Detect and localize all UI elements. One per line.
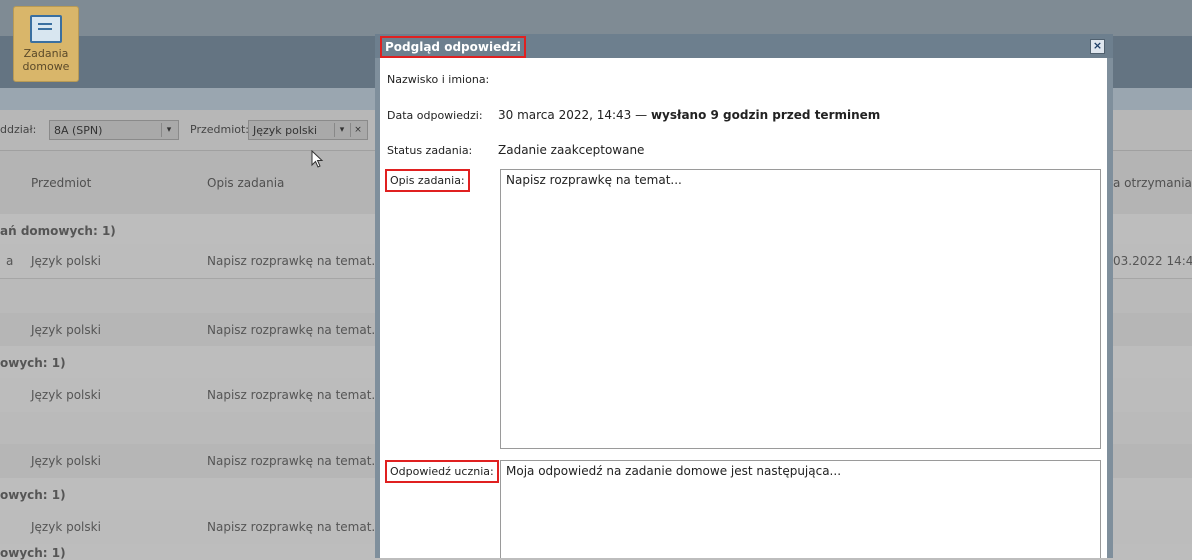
row-description: Napisz rozprawkę na temat...	[207, 323, 383, 337]
answer-preview-dialog: Podgląd odpowiedzi × Nazwisko i imiona: …	[375, 34, 1113, 558]
dialog-title-bar[interactable]: Podgląd odpowiedzi ×	[375, 34, 1113, 58]
row-subject: Język polski	[31, 388, 101, 402]
description-label: Opis zadania:	[385, 169, 470, 192]
date-note: wysłano 9 godzin przed terminem	[650, 108, 881, 122]
close-icon[interactable]: ×	[1090, 39, 1105, 54]
dialog-title: Podgląd odpowiedzi	[380, 36, 526, 58]
row-description: Napisz rozprawkę na temat...	[207, 454, 383, 468]
group-label: owych: 1)	[0, 488, 66, 502]
column-header-description[interactable]: Opis zadania	[207, 176, 284, 190]
description-textarea[interactable]: Napisz rozprawkę na temat...	[500, 169, 1101, 449]
row-subject: Język polski	[31, 254, 101, 268]
homework-button-label: Zadania domowe	[22, 47, 70, 73]
answer-label: Odpowiedź ucznia:	[385, 460, 499, 483]
row-description: Napisz rozprawkę na temat...	[207, 520, 383, 534]
column-header-subject[interactable]: Przedmiot	[31, 176, 91, 190]
division-value: 8A (SPN)	[54, 124, 103, 137]
subject-value: Język polski	[253, 124, 318, 137]
status-value: Zadanie zaakceptowane	[498, 143, 645, 157]
row-prefix: a	[6, 254, 14, 268]
row-description: Napisz rozprawkę na temat...	[207, 254, 383, 268]
group-label: ań domowych: 1)	[0, 224, 116, 238]
mouse-cursor-icon	[311, 150, 324, 168]
homework-icon	[30, 15, 62, 43]
column-header-received[interactable]: a otrzymania	[1113, 176, 1192, 190]
subject-select[interactable]: Język polski ▾ ×	[248, 120, 368, 140]
row-description: Napisz rozprawkę na temat...	[207, 388, 383, 402]
date-value: 30 marca 2022, 14:43 — wysłano 9 godzin …	[498, 108, 880, 122]
date-text: 30 marca 2022, 14:43 —	[498, 108, 651, 122]
row-subject: Język polski	[31, 520, 101, 534]
chevron-down-icon[interactable]: ▾	[334, 123, 349, 137]
chevron-down-icon[interactable]: ▾	[161, 123, 176, 137]
status-label: Status zadania:	[387, 144, 473, 157]
division-label: ddział:	[0, 123, 37, 136]
row-subject: Język polski	[31, 323, 101, 337]
row-subject: Język polski	[31, 454, 101, 468]
division-select[interactable]: 8A (SPN) ▾	[49, 120, 179, 140]
row-received: 03.2022 14:43	[1113, 254, 1192, 268]
group-label: owych: 1)	[0, 356, 66, 370]
clear-icon[interactable]: ×	[350, 123, 365, 137]
date-label: Data odpowiedzi:	[387, 109, 483, 122]
answer-textarea[interactable]: Moja odpowiedź na zadanie domowe jest na…	[500, 460, 1101, 558]
top-bar	[0, 0, 1192, 36]
name-label: Nazwisko i imiona:	[387, 73, 490, 86]
dialog-body: Nazwisko i imiona: Data odpowiedzi: 30 m…	[380, 58, 1107, 558]
homework-ribbon-button[interactable]: Zadania domowe	[13, 6, 79, 82]
subject-label: Przedmiot:	[190, 123, 250, 136]
